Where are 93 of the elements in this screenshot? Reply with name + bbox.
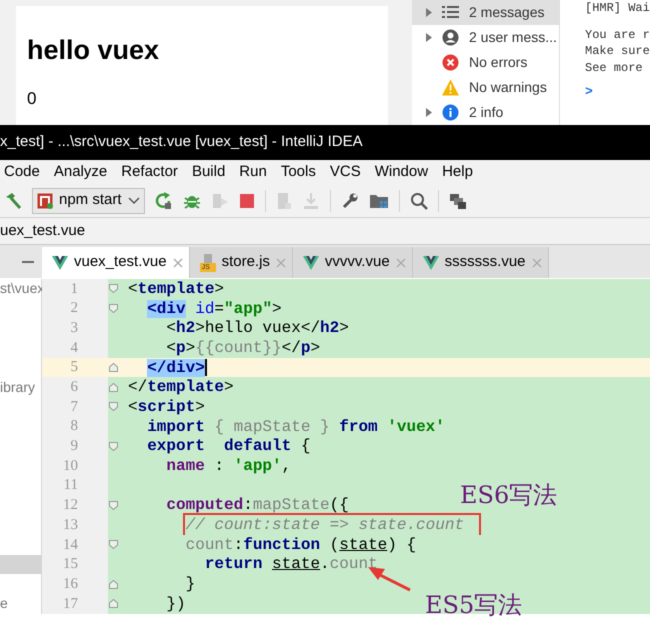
menu-item[interactable]: Tools (280, 160, 316, 184)
info-icon (442, 104, 459, 121)
editor-tab[interactable]: sssssss.vue (412, 247, 549, 278)
fold-marker-icon[interactable] (108, 382, 118, 392)
line-number: 1 (70, 280, 78, 299)
project-tree-row[interactable] (0, 554, 42, 574)
line-number: 14 (63, 536, 78, 555)
close-icon[interactable] (172, 258, 183, 268)
code-line: import { mapState } from 'vuex' (146, 416, 445, 438)
line-number: 15 (63, 555, 78, 574)
npm-icon (37, 192, 53, 208)
editor-tab[interactable]: vvvvv.vue (292, 247, 413, 278)
fold-marker-icon[interactable] (108, 363, 118, 372)
menu-item[interactable]: Refactor (121, 160, 178, 184)
fold-marker-icon[interactable] (108, 402, 118, 412)
line-number: 16 (63, 574, 78, 594)
expand-arrow-icon[interactable] (426, 108, 432, 117)
stop-icon[interactable] (238, 192, 255, 208)
code-line: <p>{{count}}</p> (165, 338, 320, 359)
fold-marker-icon[interactable] (108, 580, 118, 589)
line-number: 6 (70, 378, 78, 398)
console-message: Make sure (585, 43, 650, 60)
breadcrumb[interactable]: uex_test.vue (0, 220, 86, 242)
console-message: See more (585, 60, 643, 76)
window-title: x_test] - ...\src\vuex_test.vue [vuex_test] - IntelliJ IDEA (0, 132, 363, 152)
line-number: 17 (63, 594, 78, 614)
line-number: 13 (63, 516, 78, 535)
fold-marker-icon[interactable] (108, 540, 118, 550)
annotation-label: ES5写法 (425, 591, 522, 618)
code-line: name : 'app', (165, 456, 292, 478)
windows-icon[interactable] (448, 192, 467, 210)
fold-marker-icon[interactable] (108, 442, 118, 451)
code-line: <script> (128, 396, 205, 418)
count-value: 0 (27, 88, 36, 110)
line-number: 5 (70, 358, 78, 378)
vue-file-icon (52, 256, 68, 270)
line-number: 3 (70, 318, 78, 338)
console-message: You are r (585, 26, 650, 43)
fold-marker-icon[interactable] (108, 599, 118, 608)
run-configuration-dropdown[interactable]: npm start (32, 188, 145, 214)
menu-item[interactable]: Build (192, 160, 226, 184)
chevron-down-icon (128, 196, 140, 204)
line-number: 10 (63, 456, 78, 476)
close-icon[interactable] (276, 258, 286, 268)
fold-marker-icon[interactable] (108, 284, 118, 294)
error-icon (442, 54, 459, 71)
console-message: [HMR] Wai (585, 0, 650, 16)
code-line: return state.count (204, 554, 378, 576)
page-heading: hello vuex (27, 34, 160, 66)
line-number: 12 (63, 496, 78, 516)
code-line: <h2>hello vuex</h2> (165, 318, 349, 340)
close-icon[interactable] (532, 258, 542, 268)
code-line: }) (165, 594, 186, 615)
annotation-label: ES6写法 (460, 481, 558, 509)
list-icon (442, 4, 459, 21)
line-number: 9 (70, 437, 78, 456)
console-prompt[interactable]: > (585, 84, 593, 100)
line-number: 11 (64, 476, 78, 496)
expand-arrow-icon[interactable] (426, 8, 432, 17)
editor-tab[interactable]: vuex_test.vue (42, 247, 190, 278)
code-line: } (184, 574, 196, 596)
search-icon[interactable] (410, 192, 428, 210)
expand-arrow-icon[interactable] (426, 33, 432, 42)
hammer-icon[interactable] (4, 192, 22, 210)
fold-marker-icon[interactable] (108, 500, 118, 510)
warning-icon (442, 79, 459, 96)
menu-item[interactable]: Analyze (54, 160, 108, 184)
minimize-icon[interactable] (22, 260, 34, 262)
project-tree-item[interactable]: st\vuex (0, 278, 44, 300)
line-number: 4 (70, 338, 78, 358)
line-number: 7 (70, 398, 78, 417)
line-number: 8 (70, 417, 78, 436)
project-tree-item[interactable]: e (0, 593, 8, 614)
menu-item[interactable]: Run (239, 160, 267, 184)
vue-file-icon (422, 256, 439, 270)
line-number: 2 (70, 299, 78, 318)
code-line: count:function (state) { (184, 534, 416, 556)
code-line: <template> (128, 278, 224, 300)
menu-item[interactable]: Window (374, 160, 428, 184)
wrench-icon[interactable] (340, 192, 359, 210)
text-cursor (204, 359, 207, 376)
close-icon[interactable] (396, 258, 406, 268)
menu-item[interactable]: Help (442, 160, 473, 184)
menu-item[interactable]: Code (4, 160, 40, 184)
project-tree-item[interactable]: ibrary (0, 376, 36, 398)
console-filter-item[interactable]: 2 messages (412, 0, 559, 25)
code-line: </template> (128, 377, 234, 398)
fold-marker-icon[interactable] (108, 304, 118, 314)
menu-item[interactable]: VCS (330, 160, 361, 184)
user-icon (442, 29, 459, 46)
vue-file-icon (302, 256, 319, 270)
rerun-icon[interactable] (154, 192, 173, 210)
code-line: export default { (146, 436, 310, 458)
